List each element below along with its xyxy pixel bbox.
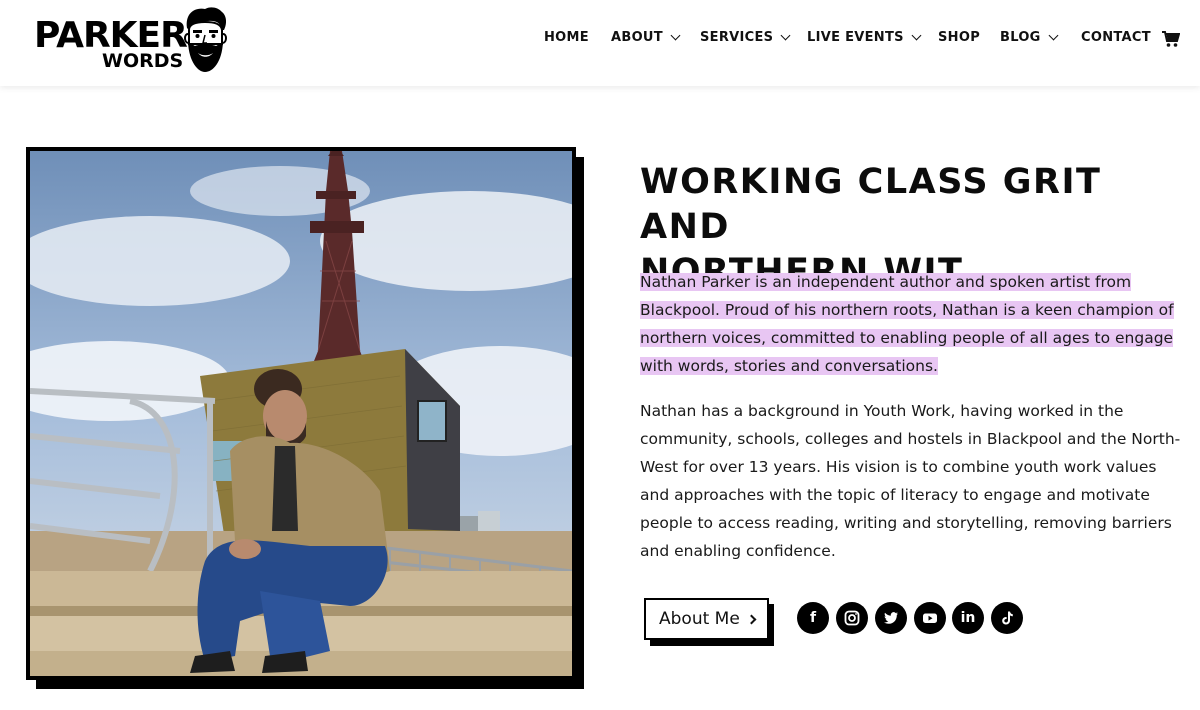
hero-photo — [26, 147, 576, 680]
instagram-glyph — [844, 610, 860, 626]
cart-icon[interactable] — [1162, 30, 1180, 48]
nav-item-live-events-label: LIVE EVENTS — [807, 30, 904, 45]
tiktok-glyph — [1002, 611, 1013, 625]
nav-item-contact-label: CONTACT — [1081, 30, 1151, 45]
youtube-icon[interactable] — [914, 602, 946, 634]
intro-paragraph-text: Nathan Parker is an independent author a… — [640, 273, 1174, 375]
linkedin-glyph: in — [960, 610, 976, 626]
tiktok-icon[interactable] — [991, 602, 1023, 634]
nav-item-home-label: HOME — [544, 30, 589, 45]
instagram-icon[interactable] — [836, 602, 868, 634]
nav-item-shop[interactable]: SHOP — [938, 30, 980, 45]
nav-item-contact[interactable]: CONTACT — [1081, 30, 1151, 45]
site-header: PARKER WORDS HOME ABOUT SERVICES LIVE EV… — [0, 0, 1200, 86]
intro-paragraph: Nathan Parker is an independent author a… — [640, 268, 1190, 380]
nav-item-live-events[interactable]: LIVE EVENTS — [807, 30, 922, 45]
linkedin-icon[interactable]: in — [952, 602, 984, 634]
nav-item-services-label: SERVICES — [700, 30, 774, 45]
photo-blackpool-tower — [30, 151, 572, 676]
twitter-glyph — [884, 612, 898, 624]
nav-item-blog[interactable]: BLOG — [1000, 30, 1059, 45]
logo-text-words: WORDS — [102, 50, 184, 72]
chevron-down-icon — [670, 30, 681, 41]
chevron-down-icon — [911, 30, 922, 41]
main-nav: HOME ABOUT SERVICES LIVE EVENTS SHOP BLO… — [0, 30, 1200, 50]
nav-item-blog-label: BLOG — [1000, 30, 1041, 45]
nav-item-services[interactable]: SERVICES — [700, 30, 791, 45]
background-paragraph: Nathan has a background in Youth Work, h… — [640, 402, 1181, 560]
nav-item-home[interactable]: HOME — [544, 30, 589, 45]
about-me-button-label: About Me — [659, 609, 740, 629]
about-me-button[interactable]: About Me — [644, 598, 769, 640]
twitter-icon[interactable] — [875, 602, 907, 634]
chevron-down-icon — [780, 30, 791, 41]
chevron-down-icon — [1048, 30, 1059, 41]
hero-headline-line1: WORKING CLASS GRIT AND — [640, 162, 1102, 247]
youtube-glyph — [923, 613, 937, 623]
nav-item-about-label: ABOUT — [611, 30, 663, 45]
facebook-icon[interactable]: f — [797, 602, 829, 634]
facebook-glyph: f — [809, 610, 817, 626]
chevron-right-icon — [746, 614, 757, 624]
nav-item-about[interactable]: ABOUT — [611, 30, 681, 45]
nav-item-shop-label: SHOP — [938, 30, 981, 45]
